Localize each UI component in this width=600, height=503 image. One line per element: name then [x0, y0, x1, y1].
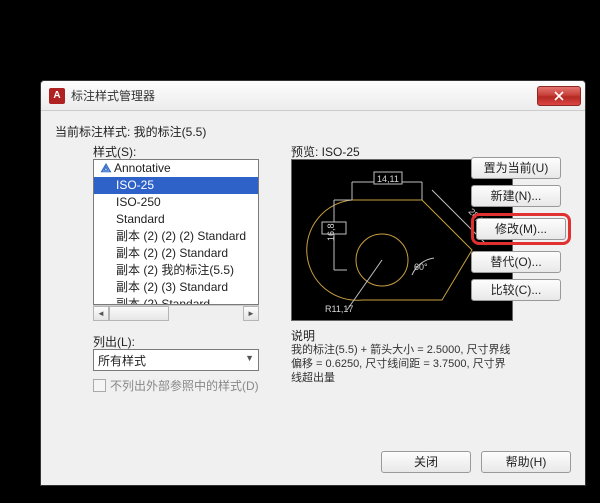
- styles-listbox[interactable]: ⟁AnnotativeISO-25ISO-250Standard副本 (2) (…: [93, 159, 259, 305]
- dialog-window: A 标注样式管理器 当前标注样式: 我的标注(5.5) 样式(S): ⟁Anno…: [40, 80, 586, 486]
- style-item[interactable]: 副本 (2) (3) Standard: [94, 279, 258, 296]
- styles-list-wrap: ⟁AnnotativeISO-25ISO-250Standard副本 (2) (…: [93, 159, 259, 321]
- new-button[interactable]: 新建(N)...: [471, 185, 561, 207]
- right-button-column: 置为当前(U) 新建(N)... 修改(M)... 替代(O)... 比较(C)…: [471, 157, 571, 301]
- scroll-track[interactable]: [109, 306, 243, 321]
- dim-top: 14,11: [377, 174, 399, 184]
- exclude-xref-checkbox[interactable]: [93, 379, 106, 392]
- scroll-left-icon[interactable]: ◄: [93, 306, 109, 321]
- app-icon: A: [49, 88, 65, 104]
- dim-left: 16,8: [326, 223, 336, 241]
- style-item[interactable]: 副本 (2) Standard: [94, 296, 258, 305]
- style-item[interactable]: 副本 (2) (2) Standard: [94, 245, 258, 262]
- description-label: 说明: [291, 327, 315, 344]
- style-item[interactable]: ISO-250: [94, 194, 258, 211]
- modify-highlight: 修改(M)...: [471, 213, 571, 245]
- list-dropdown[interactable]: 所有样式: [93, 349, 259, 371]
- titlebar: A 标注样式管理器: [41, 81, 585, 111]
- list-dropdown-value: 所有样式: [98, 354, 146, 368]
- list-label: 列出(L):: [93, 333, 135, 350]
- style-item[interactable]: 副本 (2) 我的标注(5.5): [94, 262, 258, 279]
- close-button[interactable]: 关闭: [381, 451, 471, 473]
- close-icon[interactable]: [537, 86, 581, 106]
- help-button[interactable]: 帮助(H): [481, 451, 571, 473]
- modify-button[interactable]: 修改(M)...: [476, 218, 566, 240]
- set-current-button[interactable]: 置为当前(U): [471, 157, 561, 179]
- exclude-xref-label: 不列出外部参照中的样式(D): [110, 377, 259, 394]
- exclude-xref-row: 不列出外部参照中的样式(D): [93, 377, 259, 394]
- dim-angle: 60°: [414, 262, 428, 272]
- bottom-buttons: 关闭 帮助(H): [381, 451, 571, 473]
- style-item[interactable]: Standard: [94, 211, 258, 228]
- current-style-label: 当前标注样式: 我的标注(5.5): [55, 123, 571, 140]
- scroll-right-icon[interactable]: ►: [243, 306, 259, 321]
- annotative-icon: ⟁: [100, 161, 112, 176]
- compare-button[interactable]: 比较(C)...: [471, 279, 561, 301]
- styles-label: 样式(S):: [93, 143, 136, 160]
- dialog-content: 当前标注样式: 我的标注(5.5) 样式(S): ⟁AnnotativeISO-…: [41, 111, 585, 485]
- style-item[interactable]: 副本 (2) (2) (2) Standard: [94, 228, 258, 245]
- override-button[interactable]: 替代(O)...: [471, 251, 561, 273]
- preview-label: 预览: ISO-25: [291, 143, 360, 160]
- scroll-thumb[interactable]: [109, 306, 169, 321]
- styles-scrollbar[interactable]: ◄ ►: [93, 305, 259, 321]
- description-text: 我的标注(5.5) + 箭头大小 = 2.5000, 尺寸界线偏移 = 0.62…: [291, 343, 513, 385]
- dim-radius: R11,17: [325, 304, 353, 314]
- style-item[interactable]: ISO-25: [94, 177, 258, 194]
- style-item[interactable]: ⟁Annotative: [94, 160, 258, 177]
- window-title: 标注样式管理器: [71, 87, 537, 104]
